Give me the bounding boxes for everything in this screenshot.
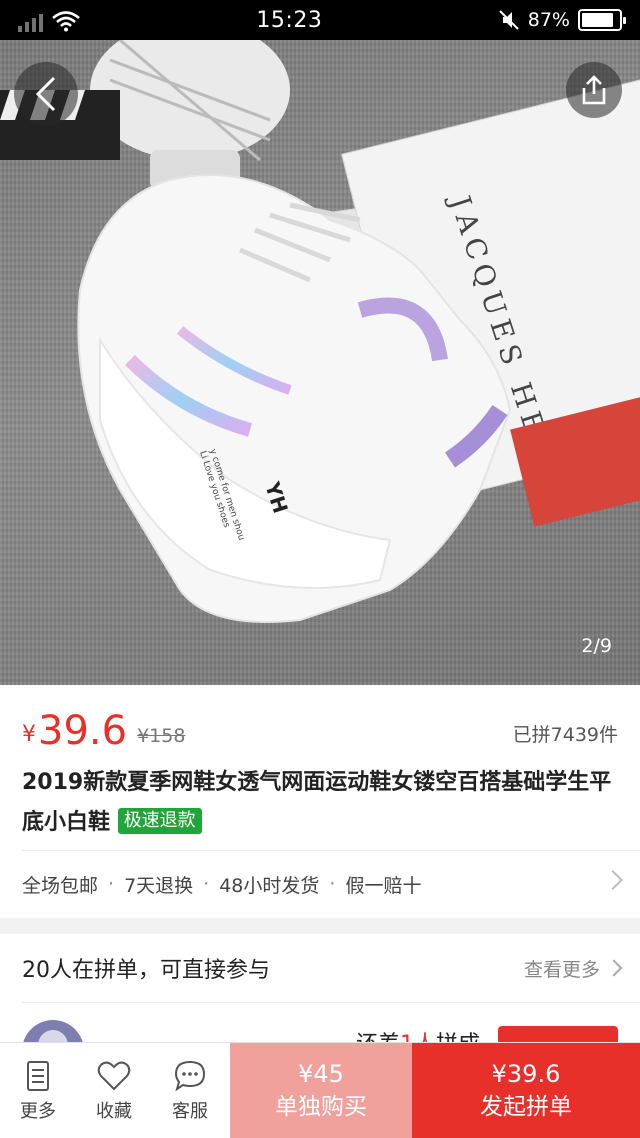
chevron-left-icon xyxy=(35,76,56,112)
status-time: 15:23 xyxy=(256,7,323,33)
share-icon xyxy=(582,75,606,105)
separator-dot: · xyxy=(108,873,115,895)
favorite-button[interactable]: 收藏 xyxy=(76,1043,152,1138)
mute-icon xyxy=(499,10,519,30)
view-more-link[interactable]: 查看更多 xyxy=(523,955,623,982)
wifi-icon xyxy=(52,11,80,32)
customer-service-label: 客服 xyxy=(172,1101,208,1122)
signal-icon xyxy=(18,12,43,32)
group-buy-header: 20人在拼单，可直接参与 查看更多 xyxy=(22,934,623,1002)
more-icon xyxy=(27,1061,49,1091)
gallery-pager: 2/9 xyxy=(581,635,612,657)
service-item: 全场包邮 xyxy=(22,874,99,897)
status-bar: 15:23 87% xyxy=(0,0,640,40)
battery-percent: 87% xyxy=(527,9,570,31)
divider xyxy=(22,1002,640,1003)
product-info: ¥ 39.6 ¥158 已拼7439件 2019新款夏季网鞋女透气网面运动鞋女镂… xyxy=(0,685,640,918)
original-price: ¥158 xyxy=(137,725,186,747)
sneaker-image: y come for men shou Li Love you shoes YH xyxy=(77,174,512,623)
sold-count: 已拼7439件 xyxy=(512,724,618,746)
start-group-button[interactable]: ¥39.6 发起拼单 xyxy=(412,1043,640,1138)
view-more-label: 查看更多 xyxy=(523,958,600,981)
solo-label: 单独购买 xyxy=(275,1094,367,1120)
service-item: 假一赔十 xyxy=(345,874,422,897)
service-row[interactable]: 全场包邮 · 7天退换 · 48小时发货 · 假一赔十 xyxy=(22,851,623,917)
more-button[interactable]: 更多 xyxy=(0,1043,76,1138)
separator-dot: · xyxy=(203,873,210,895)
price-row: ¥ 39.6 ¥158 已拼7439件 xyxy=(22,703,618,753)
customer-service-button[interactable]: 客服 xyxy=(152,1043,228,1138)
status-right: 87% xyxy=(498,9,626,31)
chat-icon xyxy=(174,1060,206,1092)
favorite-label: 收藏 xyxy=(96,1101,132,1122)
battery-fill xyxy=(581,13,613,27)
fast-refund-tag: 极速退款 xyxy=(117,808,202,834)
separator-dot: · xyxy=(329,873,336,895)
buy-alone-button[interactable]: ¥45 单独购买 xyxy=(230,1043,412,1138)
chevron-right-icon xyxy=(605,959,623,977)
group-label: 发起拼单 xyxy=(480,1094,572,1120)
product-page: 15:23 87% JACQUES HELLEU y come for men … xyxy=(0,0,640,1138)
status-left xyxy=(18,8,81,32)
group-buy-title: 20人在拼单，可直接参与 xyxy=(22,958,270,983)
solo-price: ¥45 xyxy=(298,1060,344,1088)
currency-symbol: ¥ xyxy=(22,722,36,747)
more-label: 更多 xyxy=(20,1101,56,1122)
heart-icon xyxy=(97,1061,131,1091)
group-price: ¥39.6 xyxy=(491,1060,561,1088)
share-button[interactable] xyxy=(566,62,622,118)
back-button[interactable] xyxy=(14,62,78,126)
bottom-action-bar: 更多 收藏 客服 ¥45 单独购买 ¥39.6 发起拼单 xyxy=(0,1042,640,1138)
battery-icon xyxy=(577,9,626,31)
chevron-right-icon xyxy=(603,870,623,890)
product-title: 2019新款夏季网鞋女透气网面运动鞋女镂空百搭基础学生平底小白鞋 极速退款 xyxy=(22,763,620,843)
product-title-text: 2019新款夏季网鞋女透气网面运动鞋女镂空百搭基础学生平底小白鞋 xyxy=(22,770,612,835)
service-item: 48小时发货 xyxy=(219,874,320,897)
service-item: 7天退换 xyxy=(124,874,194,897)
current-price: 39.6 xyxy=(38,708,128,754)
product-gallery[interactable]: JACQUES HELLEU y come for men shou Li Lo… xyxy=(0,40,640,685)
